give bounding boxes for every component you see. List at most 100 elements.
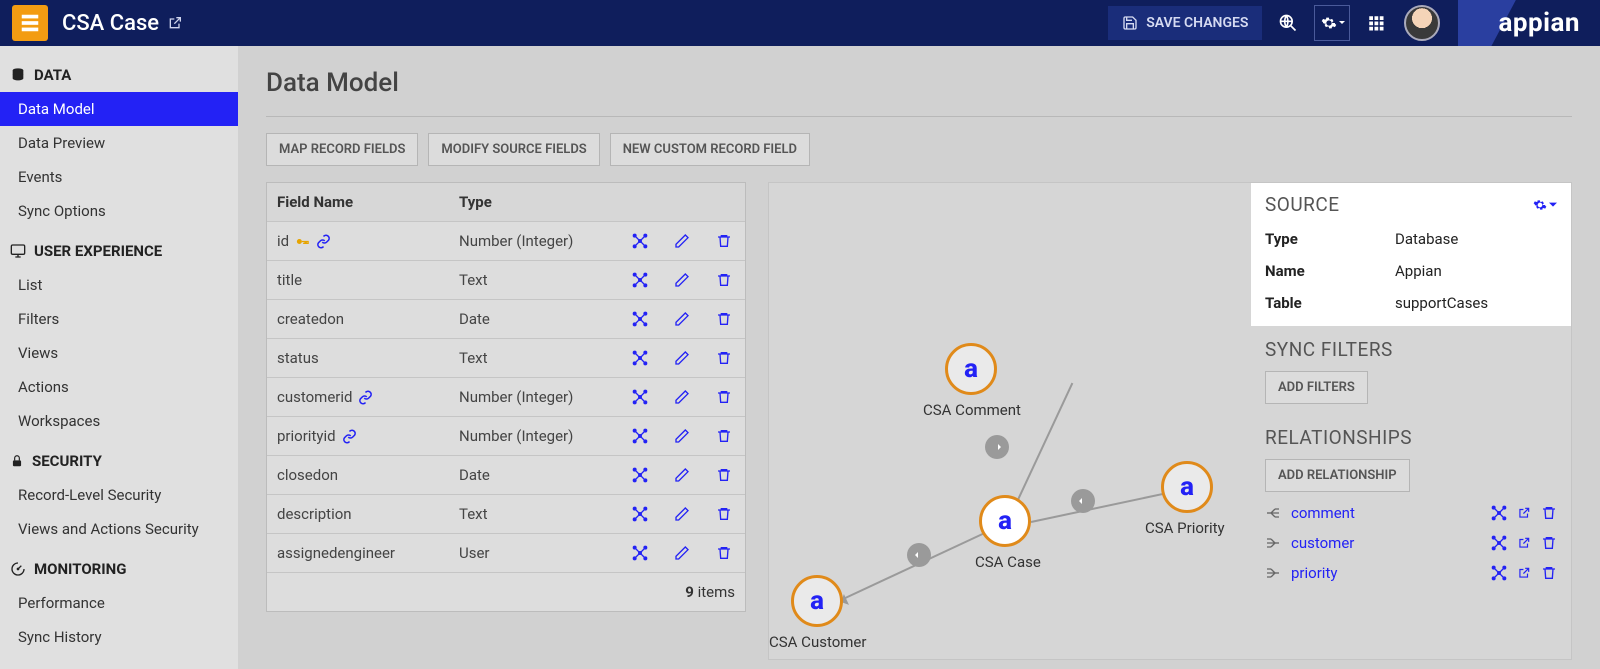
sidebar-item-views[interactable]: Views (0, 336, 238, 370)
rel-diagram-icon[interactable] (1491, 565, 1507, 581)
toolbar-map-record-fields[interactable]: MAP RECORD FIELDS (266, 133, 418, 166)
field-edit-icon[interactable] (661, 534, 703, 572)
relationship-link-icon (342, 429, 357, 444)
sidebar-section-monitoring: MONITORING (0, 546, 238, 586)
rel-delete-icon[interactable] (1541, 505, 1557, 521)
node-csa-case[interactable]: a (979, 495, 1031, 547)
sidebar-item-performance[interactable]: Performance (0, 586, 238, 620)
field-relation-icon[interactable] (619, 300, 661, 338)
table-row: statusText (267, 339, 745, 378)
field-delete-icon[interactable] (703, 456, 745, 494)
field-relation-icon[interactable] (619, 534, 661, 572)
field-edit-icon[interactable] (661, 495, 703, 533)
field-edit-icon[interactable] (661, 378, 703, 416)
field-name-cell: status (267, 339, 449, 377)
field-delete-icon[interactable] (703, 495, 745, 533)
add-relationship-button[interactable]: ADD RELATIONSHIP (1265, 459, 1410, 492)
field-delete-icon[interactable] (703, 339, 745, 377)
field-relation-icon[interactable] (619, 261, 661, 299)
sidebar-item-events[interactable]: Events (0, 160, 238, 194)
rel-type-icon (1265, 535, 1281, 551)
table-row: assignedengineerUser (267, 534, 745, 573)
node-csa-comment[interactable]: a (945, 343, 997, 395)
field-name-cell: title (267, 261, 449, 299)
sidebar-item-sync-history[interactable]: Sync History (0, 620, 238, 654)
rel-delete-icon[interactable] (1541, 565, 1557, 581)
sidebar-item-list[interactable]: List (0, 268, 238, 302)
settings-dropdown[interactable] (1314, 5, 1350, 41)
field-relation-icon[interactable] (619, 222, 661, 260)
sidebar-item-filters[interactable]: Filters (0, 302, 238, 336)
sidebar-item-data-preview[interactable]: Data Preview (0, 126, 238, 160)
sidebar-item-sync-options[interactable]: Sync Options (0, 194, 238, 228)
global-search-icon[interactable] (1270, 5, 1306, 41)
toolbar-modify-source-fields[interactable]: MODIFY SOURCE FIELDS (428, 133, 599, 166)
table-row: id Number (Integer) (267, 222, 745, 261)
sidebar-item-record-level-security[interactable]: Record-Level Security (0, 478, 238, 512)
relationship-link[interactable]: comment (1291, 504, 1355, 522)
rel-open-icon[interactable] (1517, 536, 1531, 550)
field-delete-icon[interactable] (703, 378, 745, 416)
field-relation-icon[interactable] (619, 417, 661, 455)
rel-delete-icon[interactable] (1541, 535, 1557, 551)
rel-open-icon[interactable] (1517, 566, 1531, 580)
sidebar-item-views-and-actions-security[interactable]: Views and Actions Security (0, 512, 238, 546)
table-row: descriptionText (267, 495, 745, 534)
primary-key-icon (295, 234, 310, 249)
field-edit-icon[interactable] (661, 339, 703, 377)
field-relation-icon[interactable] (619, 339, 661, 377)
field-edit-icon[interactable] (661, 456, 703, 494)
sidebar-section-data: DATA (0, 46, 238, 92)
add-filters-button[interactable]: ADD FILTERS (1265, 371, 1368, 404)
node-label: CSA Comment (923, 401, 1021, 419)
edge-icon-many-to-one (907, 543, 931, 567)
page-context-title: CSA Case (62, 11, 159, 36)
sidebar-item-actions[interactable]: Actions (0, 370, 238, 404)
sidebar-item-data-model[interactable]: Data Model (0, 92, 238, 126)
field-delete-icon[interactable] (703, 222, 745, 260)
field-type-cell: Text (449, 495, 619, 533)
node-label: CSA Customer (769, 633, 866, 651)
field-edit-icon[interactable] (661, 300, 703, 338)
field-delete-icon[interactable] (703, 534, 745, 572)
relationship-link[interactable]: priority (1291, 564, 1337, 582)
field-relation-icon[interactable] (619, 456, 661, 494)
node-csa-priority[interactable]: a (1161, 461, 1213, 513)
field-relation-icon[interactable] (619, 495, 661, 533)
field-delete-icon[interactable] (703, 417, 745, 455)
field-edit-icon[interactable] (661, 222, 703, 260)
rel-open-icon[interactable] (1517, 506, 1531, 520)
node-csa-customer[interactable]: a (791, 575, 843, 627)
field-edit-icon[interactable] (661, 417, 703, 455)
toolbar-new-custom-record-field[interactable]: NEW CUSTOM RECORD FIELD (610, 133, 810, 166)
sync-filters-section: SYNC FILTERS ADD FILTERS (1251, 326, 1571, 414)
brand-area: appian (1458, 0, 1600, 46)
sidebar-section-user-experience: USER EXPERIENCE (0, 228, 238, 268)
chevron-down-icon (1549, 201, 1557, 209)
edge-case-customer (841, 531, 987, 600)
source-table-value: supportCases (1395, 294, 1488, 312)
relationship-diagram: a CSA Case a CSA Comment a CSA Priority … (768, 182, 1572, 660)
field-delete-icon[interactable] (703, 261, 745, 299)
field-name-cell: assignedengineer (267, 534, 449, 572)
source-settings-icon[interactable] (1533, 198, 1557, 212)
edge-case-priority (1031, 490, 1178, 523)
field-type-cell: Date (449, 300, 619, 338)
relationships-section: RELATIONSHIPS ADD RELATIONSHIP commentcu… (1251, 414, 1571, 592)
rel-diagram-icon[interactable] (1491, 535, 1507, 551)
user-avatar[interactable] (1404, 5, 1440, 41)
sidebar-item-workspaces[interactable]: Workspaces (0, 404, 238, 438)
db-icon (10, 67, 26, 83)
source-section: SOURCE TypeDatabase NameAppian Tablesupp… (1251, 183, 1571, 326)
relationship-link-icon (316, 234, 331, 249)
open-external-icon[interactable] (167, 15, 183, 31)
field-edit-icon[interactable] (661, 261, 703, 299)
field-type-cell: Number (Integer) (449, 417, 619, 455)
field-type-cell: Number (Integer) (449, 222, 619, 260)
apps-grid-icon[interactable] (1358, 5, 1394, 41)
field-delete-icon[interactable] (703, 300, 745, 338)
rel-diagram-icon[interactable] (1491, 505, 1507, 521)
relationship-link[interactable]: customer (1291, 534, 1354, 552)
field-relation-icon[interactable] (619, 378, 661, 416)
save-changes-button[interactable]: SAVE CHANGES (1108, 6, 1262, 40)
